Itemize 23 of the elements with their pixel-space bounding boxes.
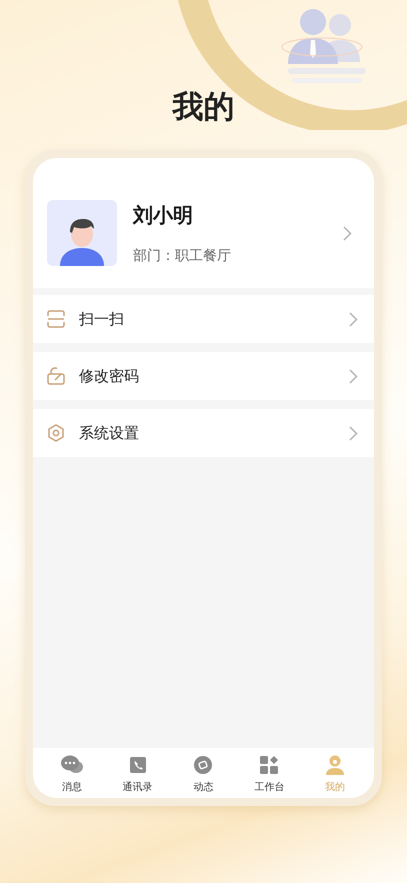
tab[interactable]: 动态 bbox=[170, 754, 236, 794]
compass-icon bbox=[193, 755, 214, 775]
grid-icon bbox=[260, 756, 278, 774]
tab[interactable]: 消息 bbox=[39, 754, 105, 794]
chevron-icon bbox=[343, 226, 352, 240]
menu-item[interactable]: 系统设置 bbox=[33, 409, 374, 457]
settings-icon bbox=[47, 424, 65, 442]
menu-item[interactable]: 修改密码 bbox=[33, 352, 374, 400]
chevron-icon bbox=[349, 312, 358, 326]
chevron-icon bbox=[349, 426, 358, 440]
tab[interactable]: 工作台 bbox=[236, 754, 302, 794]
scan-icon bbox=[47, 310, 65, 328]
avatar bbox=[47, 200, 117, 266]
menu-item[interactable]: 扫一扫 bbox=[33, 295, 374, 343]
chat-bubbles-icon bbox=[60, 755, 84, 775]
edit-lock-icon bbox=[47, 367, 65, 385]
user-name: 刘小明 bbox=[133, 202, 194, 228]
tab[interactable]: 通讯录 bbox=[104, 754, 171, 794]
chevron-icon bbox=[349, 368, 358, 384]
person-icon bbox=[326, 755, 344, 775]
phone-book-icon bbox=[128, 756, 147, 774]
page-title: 我的 bbox=[172, 88, 234, 127]
department-text: 部门：职工餐厅 bbox=[133, 246, 232, 264]
